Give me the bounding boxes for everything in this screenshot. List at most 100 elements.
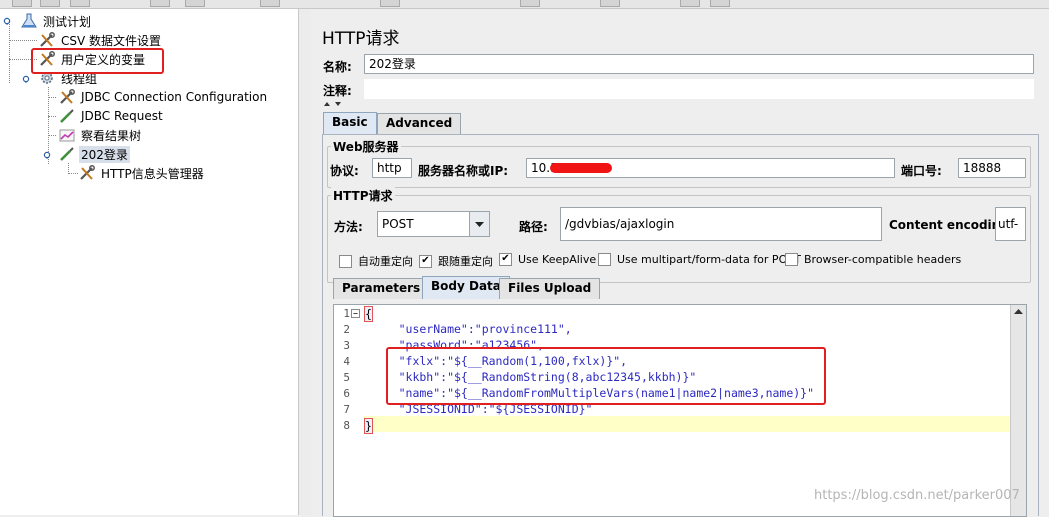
tree-line bbox=[68, 173, 78, 174]
tree-item-label: 察看结果树 bbox=[81, 128, 142, 143]
checkbox-label: Browser-compatible headers bbox=[804, 253, 962, 266]
tab-parameters[interactable]: Parameters bbox=[333, 278, 430, 299]
toolbar-button[interactable] bbox=[150, 0, 170, 7]
annotation-highlight bbox=[31, 48, 164, 74]
tab-basic[interactable]: Basic bbox=[323, 112, 377, 135]
toolbar-button[interactable] bbox=[12, 0, 32, 7]
test-plan-icon bbox=[21, 13, 37, 28]
tree-item-label: JDBC Request bbox=[81, 109, 163, 123]
protocol-label: 协议: bbox=[330, 164, 359, 178]
line-number: 1 bbox=[343, 307, 350, 320]
check-icon: ✔ bbox=[419, 254, 432, 268]
tree-line bbox=[9, 40, 37, 41]
collapse-handle-icon[interactable] bbox=[3, 17, 11, 25]
redaction-mark bbox=[550, 163, 612, 173]
method-value: POST bbox=[382, 217, 414, 231]
toolbar-button[interactable] bbox=[600, 0, 620, 7]
checkbox-label: 自动重定向 bbox=[358, 255, 413, 268]
checkbox-box bbox=[785, 253, 798, 266]
current-line-highlight bbox=[364, 416, 1009, 432]
tree-item-view-results-tree[interactable]: 察看结果树 bbox=[58, 126, 143, 144]
name-label: 名称: bbox=[323, 60, 352, 74]
tab-files-upload[interactable]: Files Upload bbox=[499, 278, 601, 299]
line-number: 6 bbox=[343, 387, 350, 400]
toolbar-button[interactable] bbox=[380, 0, 400, 7]
toolbar-button[interactable] bbox=[70, 0, 90, 7]
tree-line bbox=[48, 97, 56, 98]
tree-item-http-header-manager[interactable]: HTTP信息头管理器 bbox=[78, 164, 206, 182]
checkbox-box bbox=[598, 253, 611, 266]
tree-item-csv-data-set[interactable]: CSV 数据文件设置 bbox=[38, 31, 163, 49]
name-field[interactable]: 202登录 bbox=[364, 54, 1034, 74]
protocol-field[interactable]: http bbox=[372, 158, 412, 178]
wrench-icon bbox=[40, 32, 55, 47]
line-number: 4 bbox=[343, 355, 350, 368]
fold-toggle-icon[interactable] bbox=[351, 309, 361, 319]
dropdown-button[interactable] bbox=[469, 212, 489, 236]
port-label: 端口号: bbox=[901, 164, 942, 178]
check-icon: ✔ bbox=[499, 253, 512, 266]
chevron-down-icon bbox=[475, 222, 484, 227]
auto-redirect-checkbox[interactable]: 自动重定向 bbox=[339, 253, 413, 269]
tree-line bbox=[48, 135, 56, 136]
pipette-icon bbox=[60, 109, 74, 123]
expand-arrows-icon[interactable] bbox=[322, 100, 348, 108]
splitter[interactable] bbox=[298, 9, 312, 515]
annotation-highlight bbox=[386, 347, 826, 405]
multipart-checkbox[interactable]: Use multipart/form-data for POST bbox=[598, 253, 801, 266]
tree-item-label: JDBC Connection Configuration bbox=[81, 90, 268, 104]
path-field[interactable]: /gdvbias/ajaxlogin bbox=[560, 207, 882, 241]
tree-item-202-login[interactable]: 202登录 bbox=[58, 145, 130, 163]
follow-redirects-checkbox[interactable]: ✔ 跟随重定向 bbox=[419, 253, 493, 269]
line-number: 2 bbox=[343, 323, 350, 336]
vertical-scrollbar[interactable] bbox=[1010, 305, 1026, 516]
http-request-group-label: HTTP请求 bbox=[331, 187, 395, 204]
tree-item-test-plan[interactable]: 测试计划 bbox=[20, 12, 93, 30]
toolbar-button[interactable] bbox=[40, 0, 60, 7]
code-line: "userName":"province111", bbox=[364, 322, 572, 336]
tree-line bbox=[9, 21, 10, 83]
pipette-icon bbox=[60, 147, 74, 161]
web-server-group-label: Web服务器 bbox=[331, 138, 401, 155]
code-line: } bbox=[364, 418, 373, 434]
server-field[interactable]: 10.1 bbox=[526, 158, 895, 178]
tree-item-jdbc-request[interactable]: JDBC Request bbox=[58, 107, 165, 125]
line-number: 7 bbox=[343, 403, 350, 416]
keepalive-checkbox[interactable]: ✔ Use KeepAlive bbox=[499, 253, 596, 266]
tab-body-data[interactable]: Body Data bbox=[422, 276, 510, 299]
toolbar-button[interactable] bbox=[520, 0, 540, 7]
collapse-handle-icon[interactable] bbox=[43, 151, 51, 159]
toolbar-button[interactable] bbox=[680, 0, 700, 7]
tree-item-jdbc-connection-configuration[interactable]: JDBC Connection Configuration bbox=[58, 88, 269, 106]
line-number: 3 bbox=[343, 339, 350, 352]
wrench-icon bbox=[60, 89, 75, 104]
checkbox-box bbox=[339, 254, 352, 268]
toolbar-button[interactable] bbox=[260, 0, 280, 7]
line-number: 5 bbox=[343, 371, 350, 384]
port-field[interactable]: 18888 bbox=[958, 158, 1026, 178]
body-data-editor[interactable]: 1 2 3 4 5 6 7 8 { "userName":"province11… bbox=[333, 304, 1027, 517]
chart-icon bbox=[59, 129, 75, 142]
checkbox-label: 跟随重定向 bbox=[438, 255, 493, 268]
tree-item-label: 测试计划 bbox=[43, 14, 92, 29]
checkbox-label: Use multipart/form-data for POST bbox=[617, 253, 801, 266]
toolbar-button[interactable] bbox=[710, 0, 730, 7]
checkbox-label: Use KeepAlive bbox=[518, 253, 597, 266]
method-select[interactable]: POST bbox=[377, 211, 490, 237]
comment-field[interactable] bbox=[364, 79, 1034, 99]
browser-compatible-checkbox[interactable]: Browser-compatible headers bbox=[785, 253, 961, 266]
path-label: 路径: bbox=[519, 220, 548, 234]
tree-line bbox=[48, 116, 56, 117]
collapse-handle-icon[interactable] bbox=[22, 75, 30, 83]
toolbar-button[interactable] bbox=[185, 0, 205, 7]
page-title: HTTP请求 bbox=[322, 29, 400, 49]
wrench-icon bbox=[80, 165, 95, 180]
tree-item-label: 202登录 bbox=[79, 145, 130, 163]
tab-advanced[interactable]: Advanced bbox=[377, 113, 462, 134]
content-encoding-field[interactable]: utf-8 bbox=[995, 207, 1026, 241]
scroll-up-icon[interactable] bbox=[1011, 305, 1026, 319]
code-line: { bbox=[364, 306, 373, 322]
server-label: 服务器名称或IP: bbox=[418, 164, 509, 178]
watermark: https://blog.csdn.net/parker007 bbox=[814, 488, 1020, 503]
line-number: 8 bbox=[343, 419, 350, 432]
